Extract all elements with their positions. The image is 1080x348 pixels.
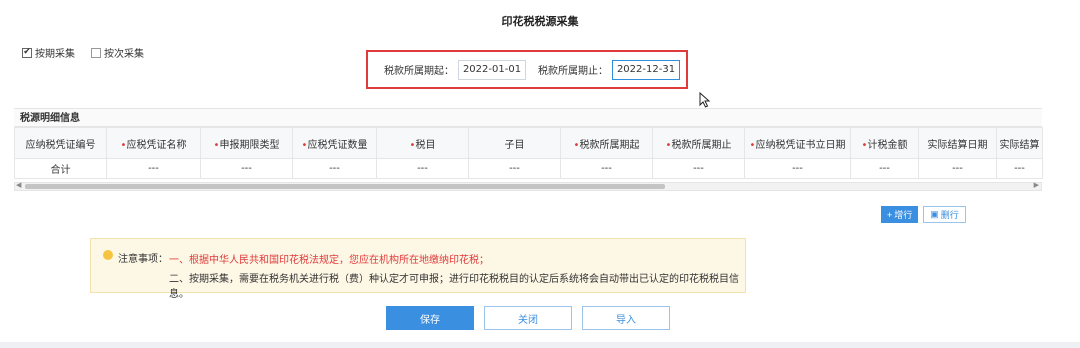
column-header-label: 税款所属期起	[579, 139, 640, 151]
total-cell: ---	[744, 158, 851, 179]
column-header: •应税凭证名称	[106, 127, 201, 159]
column-header-label: 应税凭证数量	[307, 139, 368, 151]
horizontal-scrollbar[interactable]: ◀ ▶	[14, 181, 1042, 191]
total-cell: ---	[468, 158, 561, 179]
notice-line-1: 一、根据中华人民共和国印花税法规定，您应在机构所在地缴纳印花税；	[169, 255, 489, 266]
period-start-input[interactable]	[458, 59, 526, 80]
total-cell: ---	[292, 158, 377, 179]
page-title: 印花税税源采集	[501, 15, 579, 28]
column-header: •计税金额	[850, 127, 919, 159]
delete-row-label: 删行	[940, 210, 959, 220]
column-header: 实际结算日期	[918, 127, 997, 159]
checkbox-periodic[interactable]: ✔	[22, 47, 32, 58]
column-header-label: 实际结算日期	[927, 139, 988, 151]
notice-label: 注意事项：	[118, 254, 168, 265]
period-end-input[interactable]	[612, 59, 680, 80]
column-header-label: 应纳税凭证书立日期	[755, 139, 846, 151]
close-button[interactable]: 关闭	[484, 306, 572, 330]
total-cell: ---	[106, 158, 201, 179]
column-header: •税款所属期止	[652, 127, 745, 159]
column-header: •税目	[376, 127, 469, 159]
column-header: 应纳税凭证编号	[14, 127, 107, 159]
total-cell: ---	[918, 158, 997, 179]
column-header: •税款所属期起	[560, 127, 653, 159]
notice-box: 注意事项： 一、根据中华人民共和国印花税法规定，您应在机构所在地缴纳印花税； 二…	[90, 238, 746, 300]
warning-face-icon	[103, 250, 113, 260]
column-header-label: 税款所属期止	[671, 139, 732, 151]
row-button-group: + 增行 ▣ 删行	[881, 206, 966, 223]
mode-option-periodic[interactable]: ✔ 按期采集	[22, 45, 75, 60]
add-row-label: 增行	[894, 210, 913, 220]
table-header-row: 应纳税凭证编号 •应税凭证名称 •申报期限类型 •应税凭证数量 •税目 子目 •税款所属期起…	[14, 127, 1043, 159]
tax-period-range: 税款所属期起： 税款所属期止：	[366, 50, 688, 89]
column-header: •应税凭证数量	[292, 127, 377, 159]
table-total-row: 合计 --- --- --- --- --- --- --- --- --- --- ---	[14, 158, 1043, 179]
scrollbar-thumb[interactable]	[25, 184, 665, 189]
mode-option-per-time[interactable]: 按次采集	[91, 45, 144, 60]
column-header-label: 税目	[415, 139, 436, 151]
mode-option-per-time-label: 按次采集	[104, 49, 144, 60]
scroll-right-icon[interactable]: ▶	[1034, 181, 1039, 189]
column-header: 子目	[468, 127, 561, 159]
delete-row-button[interactable]: ▣ 删行	[923, 206, 966, 223]
add-row-button[interactable]: + 增行	[881, 206, 919, 223]
collection-mode-group: ✔ 按期采集 按次采集	[22, 45, 144, 60]
plus-icon: +	[887, 209, 893, 220]
action-buttons: 保存 关闭 导入	[386, 306, 670, 330]
total-cell: ---	[200, 158, 293, 179]
total-cell: ---	[652, 158, 745, 179]
column-header: •应纳税凭证书立日期	[744, 127, 851, 159]
total-cell: ---	[996, 158, 1043, 179]
column-header-label: 应纳税凭证编号	[25, 139, 96, 151]
notice-line-2: 二、按期采集，需要在税务机关进行税（费）种认定才可申报；进行印花税税目的认定后系…	[169, 274, 739, 300]
period-end-label: 税款所属期止：	[538, 66, 608, 77]
column-header-label: 计税金额	[867, 139, 908, 151]
column-header: 实际结算	[996, 127, 1043, 159]
section-title: 税源明细信息	[14, 108, 1042, 127]
total-cell: ---	[560, 158, 653, 179]
bottom-strip	[0, 342, 1080, 348]
trash-icon: ▣	[930, 209, 939, 219]
tax-source-detail-section: 税源明细信息 应纳税凭证编号 •应税凭证名称 •申报期限类型 •应税凭证数量 •税目 子目…	[14, 108, 1043, 179]
mode-option-periodic-label: 按期采集	[35, 49, 75, 60]
tax-source-table: 应纳税凭证编号 •应税凭证名称 •申报期限类型 •应税凭证数量 •税目 子目 •税款所属期起…	[14, 127, 1043, 179]
column-header-label: 实际结算	[999, 139, 1040, 151]
period-start-label: 税款所属期起：	[384, 66, 454, 77]
checkbox-per-time[interactable]	[91, 47, 101, 58]
save-button[interactable]: 保存	[386, 306, 474, 330]
total-label-cell: 合计	[14, 158, 107, 179]
column-header-label: 申报期限类型	[219, 139, 280, 151]
column-header-label: 应税凭证名称	[126, 139, 187, 151]
import-button[interactable]: 导入	[582, 306, 670, 330]
column-header: •申报期限类型	[200, 127, 293, 159]
mouse-pointer-icon	[699, 92, 711, 108]
scroll-left-icon[interactable]: ◀	[16, 181, 21, 189]
total-cell: ---	[850, 158, 919, 179]
total-cell: ---	[376, 158, 469, 179]
column-header-label: 子目	[504, 139, 525, 151]
